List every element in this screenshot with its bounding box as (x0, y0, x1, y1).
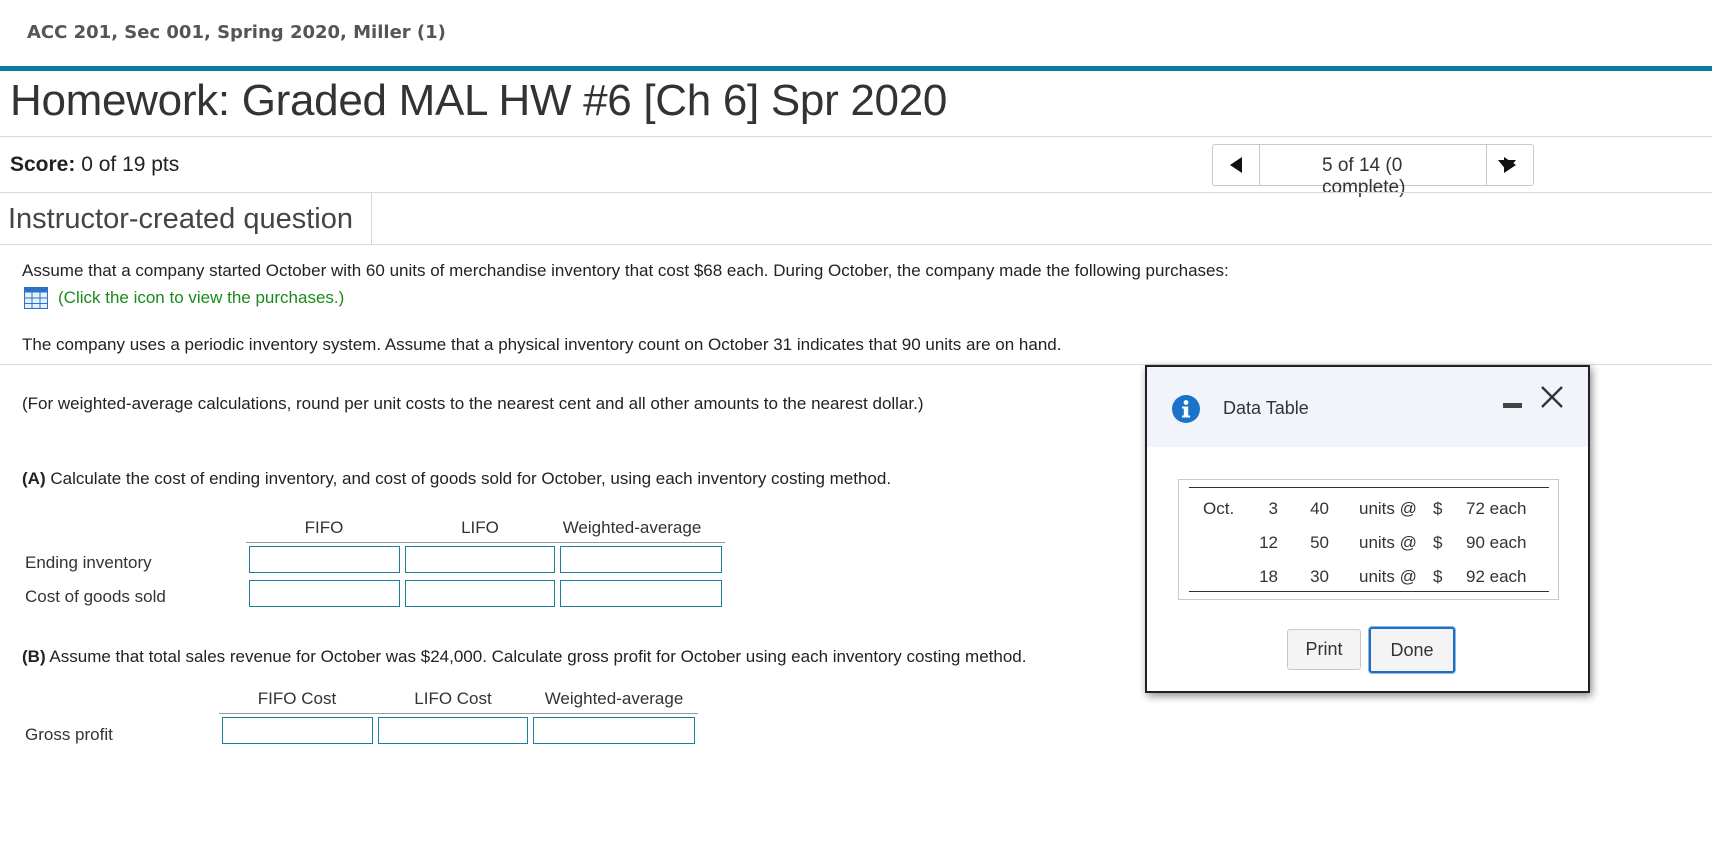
header-divider (0, 66, 1712, 71)
data-table-dialog: Data Table Oct. 3 40 units @ $ 72 each 1… (1145, 365, 1590, 693)
score: Score: 0 of 19 pts (10, 153, 179, 177)
score-value: 0 of 19 pts (81, 153, 180, 176)
divider (0, 136, 1712, 137)
purchases-table: Oct. 3 40 units @ $ 72 each 12 50 units … (1178, 479, 1559, 600)
purchase-units: 40 (1310, 499, 1329, 518)
cogs-fifo-input[interactable] (249, 580, 400, 607)
close-icon[interactable] (1540, 385, 1564, 409)
part-a-text: Calculate the cost of ending inventory, … (45, 469, 892, 488)
purchase-price: 92 each (1466, 567, 1527, 586)
gross-profit-lifo-input[interactable] (378, 717, 528, 744)
dialog-title: Data Table (1223, 398, 1309, 418)
row-label-gross-profit: Gross profit (25, 725, 113, 744)
part-b-label: (B) (22, 647, 46, 666)
col-head-weighted-average-b: Weighted-average (544, 689, 684, 708)
part-a-label: (A) (22, 469, 46, 488)
tab-label: Instructor-created question (8, 203, 353, 235)
part-b-text: Assume that total sales revenue for Octo… (45, 647, 1027, 666)
col-head-fifo-cost: FIFO Cost (257, 689, 337, 708)
cogs-lifo-input[interactable] (405, 580, 555, 607)
purchase-price: 72 each (1466, 499, 1527, 518)
system-text: The company uses a periodic inventory sy… (22, 335, 1062, 354)
caret-down-icon (1498, 160, 1516, 171)
row-label-ending-inventory: Ending inventory (25, 553, 152, 572)
course-title: ACC 201, Sec 001, Spring 2020, Miller (1… (27, 22, 446, 43)
minimize-icon[interactable] (1503, 403, 1522, 408)
divider (0, 244, 1712, 245)
ending-inventory-weighted-average-input[interactable] (560, 546, 722, 573)
table-icon (24, 287, 48, 309)
purchases-link[interactable]: (Click the icon to view the purchases.) (24, 287, 344, 309)
purchase-units-at: units @ (1359, 533, 1417, 552)
purchase-day: 18 (1259, 567, 1278, 586)
dialog-header: Data Table (1147, 367, 1588, 447)
print-button[interactable]: Print (1287, 629, 1361, 670)
purchase-units: 50 (1310, 533, 1329, 552)
purchase-units-at: units @ (1359, 499, 1417, 518)
col-head-weighted-average: Weighted-average (562, 518, 702, 537)
purchase-dollar: $ (1433, 499, 1443, 518)
purchase-month: Oct. (1203, 499, 1235, 518)
ending-inventory-lifo-input[interactable] (405, 546, 555, 573)
col-head-fifo: FIFO (304, 518, 344, 537)
purchase-dollar: $ (1433, 533, 1443, 552)
row-label-cogs: Cost of goods sold (25, 587, 166, 606)
course-header: ACC 201, Sec 001, Spring 2020, Miller (1… (0, 0, 1712, 66)
done-button[interactable]: Done (1369, 627, 1455, 673)
part-a-instruction: (A) Calculate the cost of ending invento… (22, 469, 891, 489)
homework-title: Homework: Graded MAL HW #6 [Ch 6] Spr 20… (10, 76, 948, 125)
purchase-units: 30 (1310, 567, 1329, 586)
purchases-link-text: (Click the icon to view the purchases.) (58, 288, 345, 307)
previous-question-button[interactable] (1213, 145, 1259, 185)
purchase-day: 3 (1268, 499, 1278, 518)
caret-left-icon (1230, 157, 1242, 173)
rounding-note: (For weighted-average calculations, roun… (22, 394, 924, 413)
purchase-price: 90 each (1466, 533, 1527, 552)
info-icon (1172, 395, 1200, 423)
question-select[interactable]: 5 of 14 (0 complete) (1260, 145, 1516, 198)
question-navigator: 5 of 14 (0 complete) (1212, 144, 1534, 198)
question-intro: Assume that a company started October wi… (22, 261, 1229, 280)
purchase-day: 12 (1259, 533, 1278, 552)
tab-instructor-question[interactable]: Instructor-created question (0, 193, 372, 244)
cogs-weighted-average-input[interactable] (560, 580, 722, 607)
part-b-instruction: (B) Assume that total sales revenue for … (22, 647, 1026, 667)
purchase-units-at: units @ (1359, 567, 1417, 586)
ending-inventory-fifo-input[interactable] (249, 546, 400, 573)
col-head-lifo-cost: LIFO Cost (414, 689, 492, 708)
gross-profit-weighted-average-input[interactable] (533, 717, 695, 744)
score-label: Score: (10, 153, 76, 176)
col-head-lifo: LIFO (461, 518, 499, 537)
gross-profit-fifo-input[interactable] (222, 717, 373, 744)
purchase-dollar: $ (1433, 567, 1443, 586)
